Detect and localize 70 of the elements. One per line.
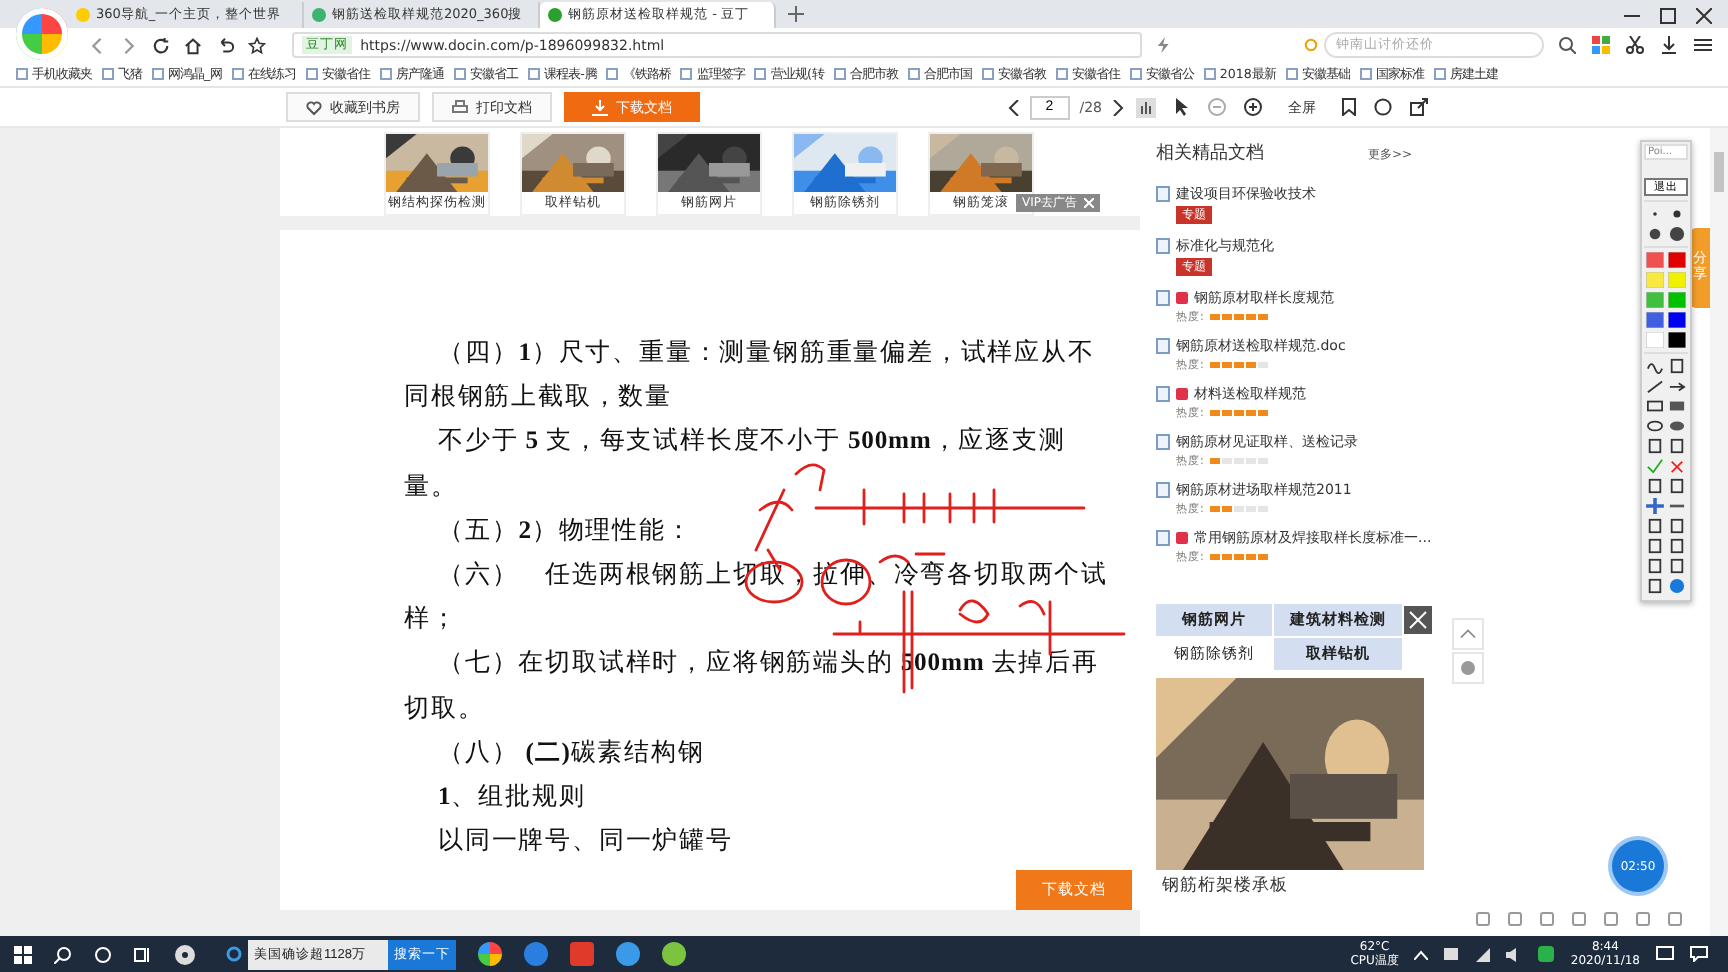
color-swatch[interactable]	[1668, 292, 1687, 308]
heart-icon	[306, 99, 322, 115]
site-icon	[548, 8, 562, 22]
filled-ellipse-icon[interactable]	[1668, 418, 1687, 434]
download-icon	[592, 99, 608, 115]
color-swatch[interactable]	[1668, 312, 1687, 328]
paragraph: （八） (二)碳素结构钢	[436, 735, 707, 770]
back-icon[interactable]	[88, 35, 107, 55]
menu-icon[interactable]	[1694, 36, 1713, 54]
next-page-icon[interactable]	[1112, 99, 1124, 115]
color-swatch[interactable]	[1668, 332, 1687, 348]
browser-logo[interactable]	[16, 8, 68, 60]
browser-app-icon[interactable]	[478, 942, 502, 966]
star-icon[interactable]	[248, 35, 267, 55]
curve-icon[interactable]	[1645, 358, 1664, 374]
share-icon[interactable]	[1410, 98, 1428, 116]
ellipse-icon[interactable]	[1645, 418, 1664, 434]
reload-icon[interactable]	[152, 35, 171, 55]
section-title: 相关精品文档	[1156, 141, 1264, 166]
action-center-icon[interactable]	[1690, 946, 1708, 962]
paragraph: 不少于 5 支，每支试样长度不小于 500mm，应逐支测 量。	[404, 424, 1068, 504]
home-icon[interactable]	[184, 35, 203, 55]
task-view-icon[interactable]	[134, 945, 152, 963]
close-icon[interactable]	[1696, 8, 1712, 24]
color-swatch[interactable]	[1645, 332, 1664, 348]
forward-icon[interactable]	[120, 35, 139, 55]
line-icon[interactable]	[1645, 378, 1664, 394]
chevron-up-icon[interactable]	[1414, 949, 1429, 959]
huge-dot-icon[interactable]	[1668, 226, 1687, 242]
color-swatch[interactable]	[1645, 272, 1664, 288]
color-swatch[interactable]	[1645, 312, 1664, 328]
rectangle-icon[interactable]	[1645, 398, 1664, 414]
scroll-top-icon[interactable]	[1452, 618, 1484, 650]
color-swatch[interactable]	[1645, 252, 1664, 268]
notification-icon[interactable]	[1656, 946, 1674, 962]
color-swatch[interactable]	[1668, 272, 1687, 288]
paragraph: 以同一牌号、同一炉罐号	[436, 824, 735, 859]
download-icon[interactable]	[1660, 36, 1679, 54]
apps-icon[interactable]	[1592, 36, 1611, 54]
scissors-icon[interactable]	[1626, 36, 1645, 54]
lightning-icon[interactable]	[1155, 36, 1171, 54]
close-icon[interactable]	[1404, 606, 1432, 634]
cursor-icon[interactable]	[1174, 98, 1190, 116]
new-tab-icon[interactable]	[788, 6, 804, 22]
cross-icon[interactable]	[1668, 458, 1687, 474]
maximize-icon[interactable]	[1660, 8, 1676, 24]
color-swatch[interactable]	[1668, 252, 1687, 268]
scrollbar[interactable]	[1710, 128, 1728, 936]
zoom-in-icon[interactable]	[1244, 98, 1262, 116]
move-icon[interactable]	[1645, 498, 1664, 514]
start-icon[interactable]	[14, 945, 32, 963]
previous-page-icon[interactable]	[1007, 99, 1020, 115]
paragraph: 1、组批规则	[436, 780, 588, 815]
printer-icon	[452, 99, 468, 115]
paragraph: （四）1）尺寸、重量：测量钢筋重量偏差，试样应从不 同根钢筋上截取，数量	[404, 336, 1097, 415]
color-swatch[interactable]	[1645, 292, 1664, 308]
bookmark-icon[interactable]	[1342, 98, 1356, 116]
arrow-icon[interactable]	[1668, 378, 1687, 394]
site-icon	[76, 8, 90, 22]
check-icon[interactable]	[1645, 458, 1664, 474]
paragraph: （五）2）物理性能：	[436, 513, 695, 548]
browser-icon[interactable]	[226, 946, 242, 962]
chat-app-icon[interactable]	[1538, 946, 1555, 962]
info-icon[interactable]	[1668, 578, 1687, 594]
network-icon[interactable]	[1476, 947, 1491, 961]
large-dot-icon[interactable]	[1645, 226, 1664, 242]
site-icon	[312, 8, 326, 22]
cortana-icon[interactable]	[94, 945, 112, 963]
comment-icon[interactable]	[1374, 98, 1392, 116]
filled-rectangle-icon[interactable]	[1668, 398, 1687, 414]
